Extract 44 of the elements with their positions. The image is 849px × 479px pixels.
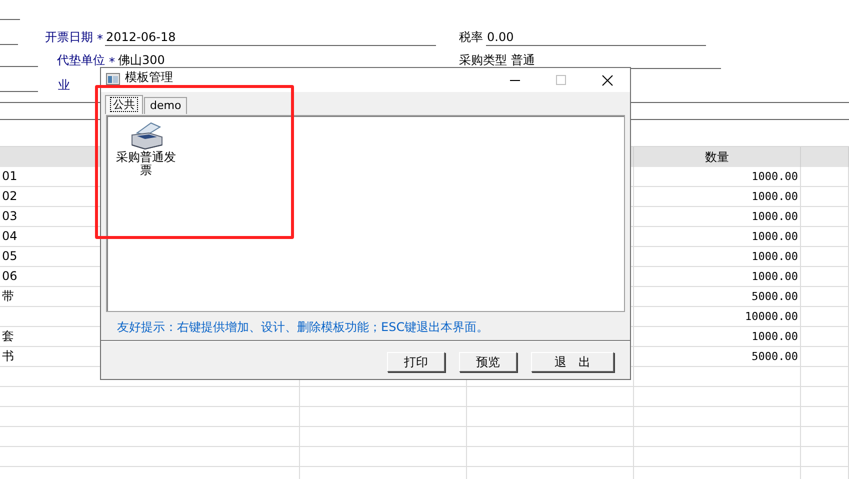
table-cell — [801, 267, 849, 287]
table-cell: 1000.00 — [634, 327, 801, 347]
dialog-button[interactable]: 打印 — [387, 352, 445, 372]
table-cell — [801, 387, 849, 407]
table-cell: 1000.00 — [634, 227, 801, 247]
field-label: 代垫单位 — [57, 52, 105, 69]
table-cell — [801, 447, 849, 467]
column-header: 数量 — [634, 147, 801, 167]
required-mark: * — [97, 32, 103, 46]
table-cell — [801, 227, 849, 247]
table-cell — [801, 207, 849, 227]
table-cell — [801, 427, 849, 447]
table-cell — [801, 167, 849, 187]
table-cell — [801, 307, 849, 327]
field-label: 采购类型 — [459, 52, 507, 69]
dialog-button[interactable]: 退 出 — [531, 352, 614, 372]
input-field[interactable]: 2012-06-18 — [105, 30, 436, 46]
table-cell — [801, 187, 849, 207]
table-cell — [801, 247, 849, 267]
table-cell: 5000.00 — [634, 347, 801, 367]
field-label: 业 — [58, 77, 70, 94]
table-cell: 10000.00 — [634, 307, 801, 327]
window-title: 模板管理 — [125, 71, 173, 84]
window-icon — [106, 73, 120, 85]
input-field[interactable]: 0.00 — [486, 30, 706, 46]
required-mark: * — [109, 55, 115, 69]
table-cell: 1000.00 — [634, 187, 801, 207]
table-cell — [801, 327, 849, 347]
tab[interactable]: demo — [144, 97, 188, 114]
table-cell — [801, 407, 849, 427]
tab[interactable]: 公共 — [105, 95, 143, 114]
field-label: 开票日期 — [45, 29, 93, 46]
table-cell — [801, 287, 849, 307]
printer-icon[interactable] — [129, 121, 163, 151]
dialog-button[interactable]: 预览 — [459, 352, 517, 372]
table-cell: 1000.00 — [634, 207, 801, 227]
table-cell: 1000.00 — [634, 267, 801, 287]
field-label: 税率 — [459, 29, 483, 46]
close-icon[interactable] — [602, 74, 612, 86]
table-cell — [801, 347, 849, 367]
table-cell — [801, 367, 849, 387]
table-cell: 1000.00 — [634, 167, 801, 187]
table-cell: 5000.00 — [634, 287, 801, 307]
table-cell: 1000.00 — [634, 247, 801, 267]
